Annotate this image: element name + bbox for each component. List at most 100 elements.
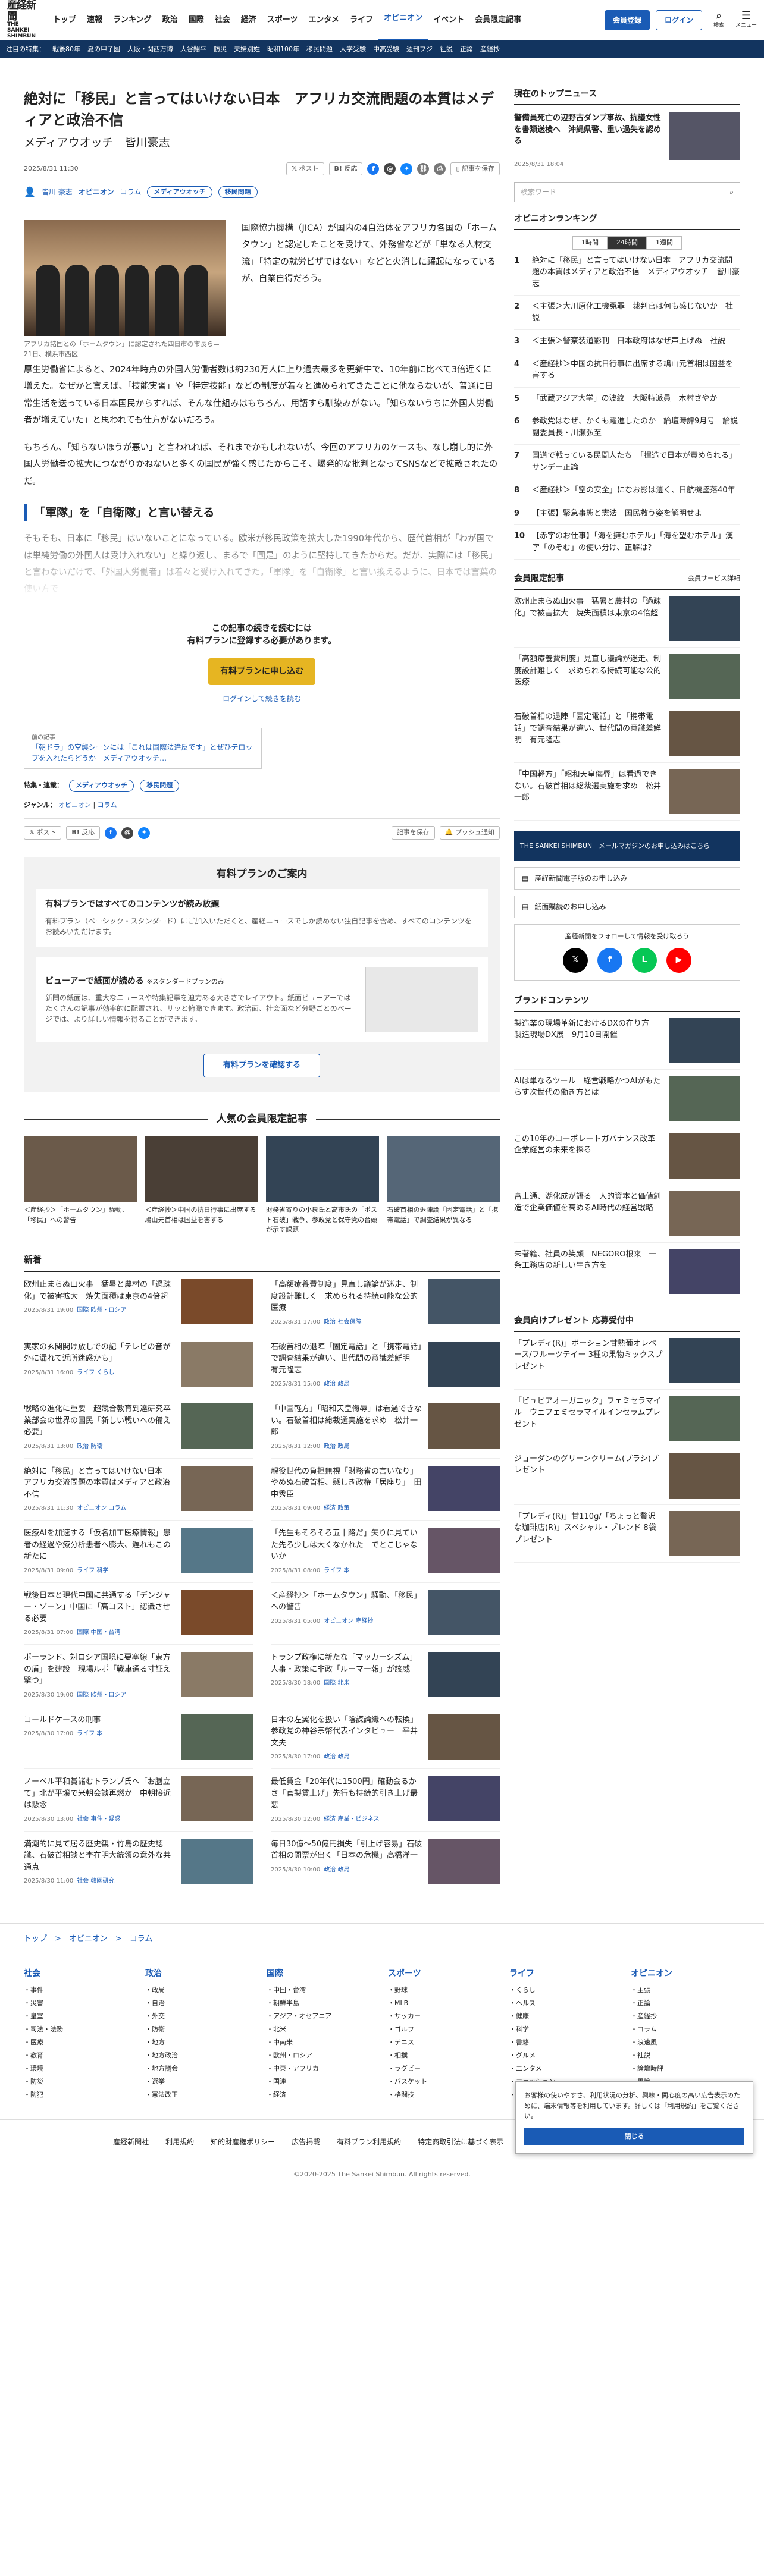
footer-column-heading[interactable]: 政治 [145,1968,255,1980]
paper-subscription-link[interactable]: ▤ 紙面購読のお申し込み [514,896,740,918]
nav-item[interactable]: イベント [428,0,469,40]
nav-item[interactable]: 速報 [82,0,108,40]
facebook-icon[interactable]: f [105,827,117,839]
nav-item[interactable]: スポーツ [262,0,303,40]
news-item[interactable]: コールドケースの刑事 2025/8/30 17:00 ライフ 本 [24,1707,253,1770]
author-name[interactable]: 皆川 豪志 [42,187,73,197]
footer-column-link[interactable]: ・司法・法務 [24,2023,133,2036]
digital-subscription-link[interactable]: ▤ 産経新聞電子版のお申し込み [514,867,740,890]
ranking-item[interactable]: 9 【主張】緊急事態と憲法 国民救う姿を解明せよ [514,502,740,525]
news-item[interactable]: ノーベル平和賞諸むトランプ氏へ「お膳立て」北が平壌で米朝会談再燃か 中朝接近は懸… [24,1769,253,1832]
ranking-item[interactable]: 10 【赤字のお仕事】「海を擁むホテル」「海を望むホテル」漢字「のぞむ」の使い分け… [514,525,740,560]
nav-item[interactable]: 国際 [183,0,209,40]
footer-column-link[interactable]: ・防災 [24,2075,133,2088]
brand-item[interactable]: 朱著籍、社員の笑顔 NEGORO根来 一条工務店の新しい生き方を [514,1243,740,1300]
news-item[interactable]: 親役世代の負担無視「財務省の言いなり」やめぬ石破首相、懸しき政権「居座り」 田中… [271,1459,500,1521]
popular-article-card[interactable]: 石破首相の退陣論「固定電話」と「携帯電話」で調査結果が異なる [387,1136,500,1235]
footer-column-link[interactable]: ・経済 [267,2088,376,2101]
footer-column-link[interactable]: ・コラム [631,2023,740,2036]
ranking-item[interactable]: 1 絶対に「移民」と言ってはいけない日本 アフリカ交流問題の本質はメディアと政治不… [514,250,740,296]
footer-column-link[interactable]: ・地方議会 [145,2062,255,2075]
brand-item[interactable]: 製造業の現場革新におけるDXの在り方 製造現場DX展 9月10日開催 [514,1012,740,1070]
ranking-item[interactable]: 5 「武蔵アジア大学」の波紋 大阪特派員 木村さやか [514,388,740,410]
news-item[interactable]: 欧州止まらぬ山火事 猛暑と農村の「過疎化」で被害拡大 焼失面積は東京の4倍超 20… [24,1272,253,1334]
footer-column-link[interactable]: ・皇室 [24,2010,133,2023]
footer-column-link[interactable]: ・格闘技 [388,2088,497,2101]
footer-column-link[interactable]: ・バスケット [388,2075,497,2088]
footer-column-link[interactable]: ・選挙 [145,2075,255,2088]
news-item[interactable]: 戦後日本と現代中国に共通する「デンジャー・ゾーン」中国に「高コスト」認識させる必… [24,1583,253,1645]
ranking-tab[interactable]: 24時間 [608,236,647,250]
footer-column-link[interactable]: ・教育 [24,2049,133,2062]
news-item[interactable]: 「先生もそろそろ五十路だ」矢りに見ていた先ろ少しは大くなかれた でとこじゃないか… [271,1521,500,1583]
featured-topic[interactable]: 夏の甲子園 [87,45,120,55]
footer-column-link[interactable]: ・書籍 [509,2036,619,2049]
footer-column-link[interactable]: ・国連 [267,2075,376,2088]
footer-column-link[interactable]: ・朝鮮半島 [267,1997,376,2010]
footer-column-link[interactable]: ・事件 [24,1984,133,1997]
subscribe-button[interactable]: 有料プランに申し込む [208,658,315,686]
members-item[interactable]: 欧州止まらぬ山火事 猛暑と農村の「過疎化」で被害拡大 焼失面積は東京の4倍超 [514,590,740,648]
footer-column-link[interactable]: ・欧州・ロシア [267,2049,376,2062]
link-icon[interactable]: ⛓ [417,162,430,175]
footer-column-link[interactable]: ・アジア・オセアニア [267,2010,376,2023]
ranking-item[interactable]: 6 参政党はなぜ、かくも躍進したのか 論壇時評9月号 論説副委員長・川瀬弘至 [514,410,740,445]
nav-item[interactable]: 政治 [157,0,183,40]
tag-immigration[interactable]: 移民問題 [218,186,258,199]
facebook-icon[interactable]: f [367,162,380,175]
news-item-category[interactable]: 経済 政策 [324,1505,349,1512]
footer-column-link[interactable]: ・産経抄 [631,2010,740,2023]
news-item-category[interactable]: オピニオン 産経抄 [324,1618,373,1625]
check-plan-button[interactable]: 有料プランを確認する [203,1054,320,1077]
footer-column-link[interactable]: ・中東・アフリカ [267,2062,376,2075]
featured-topic[interactable]: 中高受験 [373,45,399,55]
nav-item[interactable]: トップ [48,0,82,40]
ranking-tab[interactable]: 1時間 [572,236,608,250]
featured-topic[interactable]: 大学受験 [340,45,366,55]
news-item[interactable]: 石破首相の退陣「固定電話」と「携帯電話」で調査結果が違い、世代間の意識差鮮明 有… [271,1334,500,1397]
bluesky-icon[interactable]: ✦ [400,162,413,175]
register-button[interactable]: 会員登録 [604,10,650,30]
footer-column-heading[interactable]: スポーツ [388,1968,497,1980]
members-item[interactable]: 「中国軽方」「昭和天皇侮辱」は看過できない。石破首相は総裁選実施を求め 松井一郎 [514,763,740,821]
print-icon[interactable]: ⎙ [434,162,446,175]
footer-column-link[interactable]: ・くらし [509,1984,619,1997]
ranking-tab[interactable]: 1週間 [647,236,682,250]
news-item-category[interactable]: 経済 産業・ビジネス [324,1816,379,1823]
series-tag-media-watch[interactable]: メディアウオッチ [69,780,134,792]
footer-column-link[interactable]: ・エンタメ [509,2062,619,2075]
news-item[interactable]: ポーランド、対ロシア国境に要塞線「東方の盾」を建設 現場ルポ「戦車通る寸証え撃つ… [24,1645,253,1707]
footer-column-link[interactable]: ・論壇時評 [631,2062,740,2075]
brand-item[interactable]: 富士通、湖化成が語る 人的資本と価値創造で企業価値を高めるAI時代の経営戦略 [514,1185,740,1243]
featured-topic[interactable]: 大谷翔平 [180,45,206,55]
footer-column-heading[interactable]: 国際 [267,1968,376,1980]
hatena-button-bottom[interactable]: B! 反応 [66,826,101,840]
featured-topic[interactable]: 社説 [440,45,453,55]
footer-column-link[interactable]: ・中国・台湾 [267,1984,376,1997]
news-item-category[interactable]: 政治 政局 [324,1381,349,1387]
ranking-item[interactable]: 2 ＜主張＞大川原化工機冤罪 裁判官は何も感じないか 社説 [514,296,740,330]
news-item-category[interactable]: 政治 政局 [324,1867,349,1873]
footer-column-link[interactable]: ・浪速風 [631,2036,740,2049]
facebook-icon[interactable]: f [597,947,622,973]
news-item-category[interactable]: 政治 防衛 [77,1443,102,1450]
series-tag-immigration[interactable]: 移民問題 [140,780,180,792]
news-item[interactable]: 「高額療養費制度」見直し議論が迷走、制度設計難しく 求められる持続可能な公的医療… [271,1272,500,1334]
footer-column-link[interactable]: ・災害 [24,1997,133,2010]
login-continue-link[interactable]: ログインして続きを読む [24,693,500,704]
footer-link[interactable]: 産経新聞社 [113,2137,149,2147]
brand-item[interactable]: この10年のコーポレートガバナンス改革 企業経営の未来を探る [514,1127,740,1185]
bluesky-icon[interactable]: ✦ [138,827,151,839]
members-service-link[interactable]: 会員サービス詳細 [688,574,740,584]
top-news-item[interactable]: 警備員死亡の辺野古ダンプ事故、抗議女性を書類送検へ 沖縄県警、重い過失を認める [514,112,740,160]
footer-column-link[interactable]: ・科学 [509,2023,619,2036]
tag-media-watch[interactable]: メディアウオッチ [147,186,212,199]
popular-article-card[interactable]: 財務省寄りの小泉氏と高市氏の「ポスト石破」戦争、参政党と保守党の台頭が示す課題 [266,1136,379,1235]
news-item[interactable]: 「中国軽方」「昭和天皇侮辱」は看過できない。石破首相は総裁選実施を求め 松井一郎… [271,1396,500,1459]
footer-column-link[interactable]: ・外交 [145,2010,255,2023]
featured-topic[interactable]: 防災 [214,45,227,55]
subcategory-link[interactable]: コラム [120,187,142,197]
present-item[interactable]: 「ビュビアオーガニック」フェミセラマイル ウェフェミセラマイルインセラムプレゼン… [514,1390,740,1447]
footer-column-heading[interactable]: ライフ [509,1968,619,1980]
news-item-category[interactable]: 政治 政局 [324,1754,349,1760]
